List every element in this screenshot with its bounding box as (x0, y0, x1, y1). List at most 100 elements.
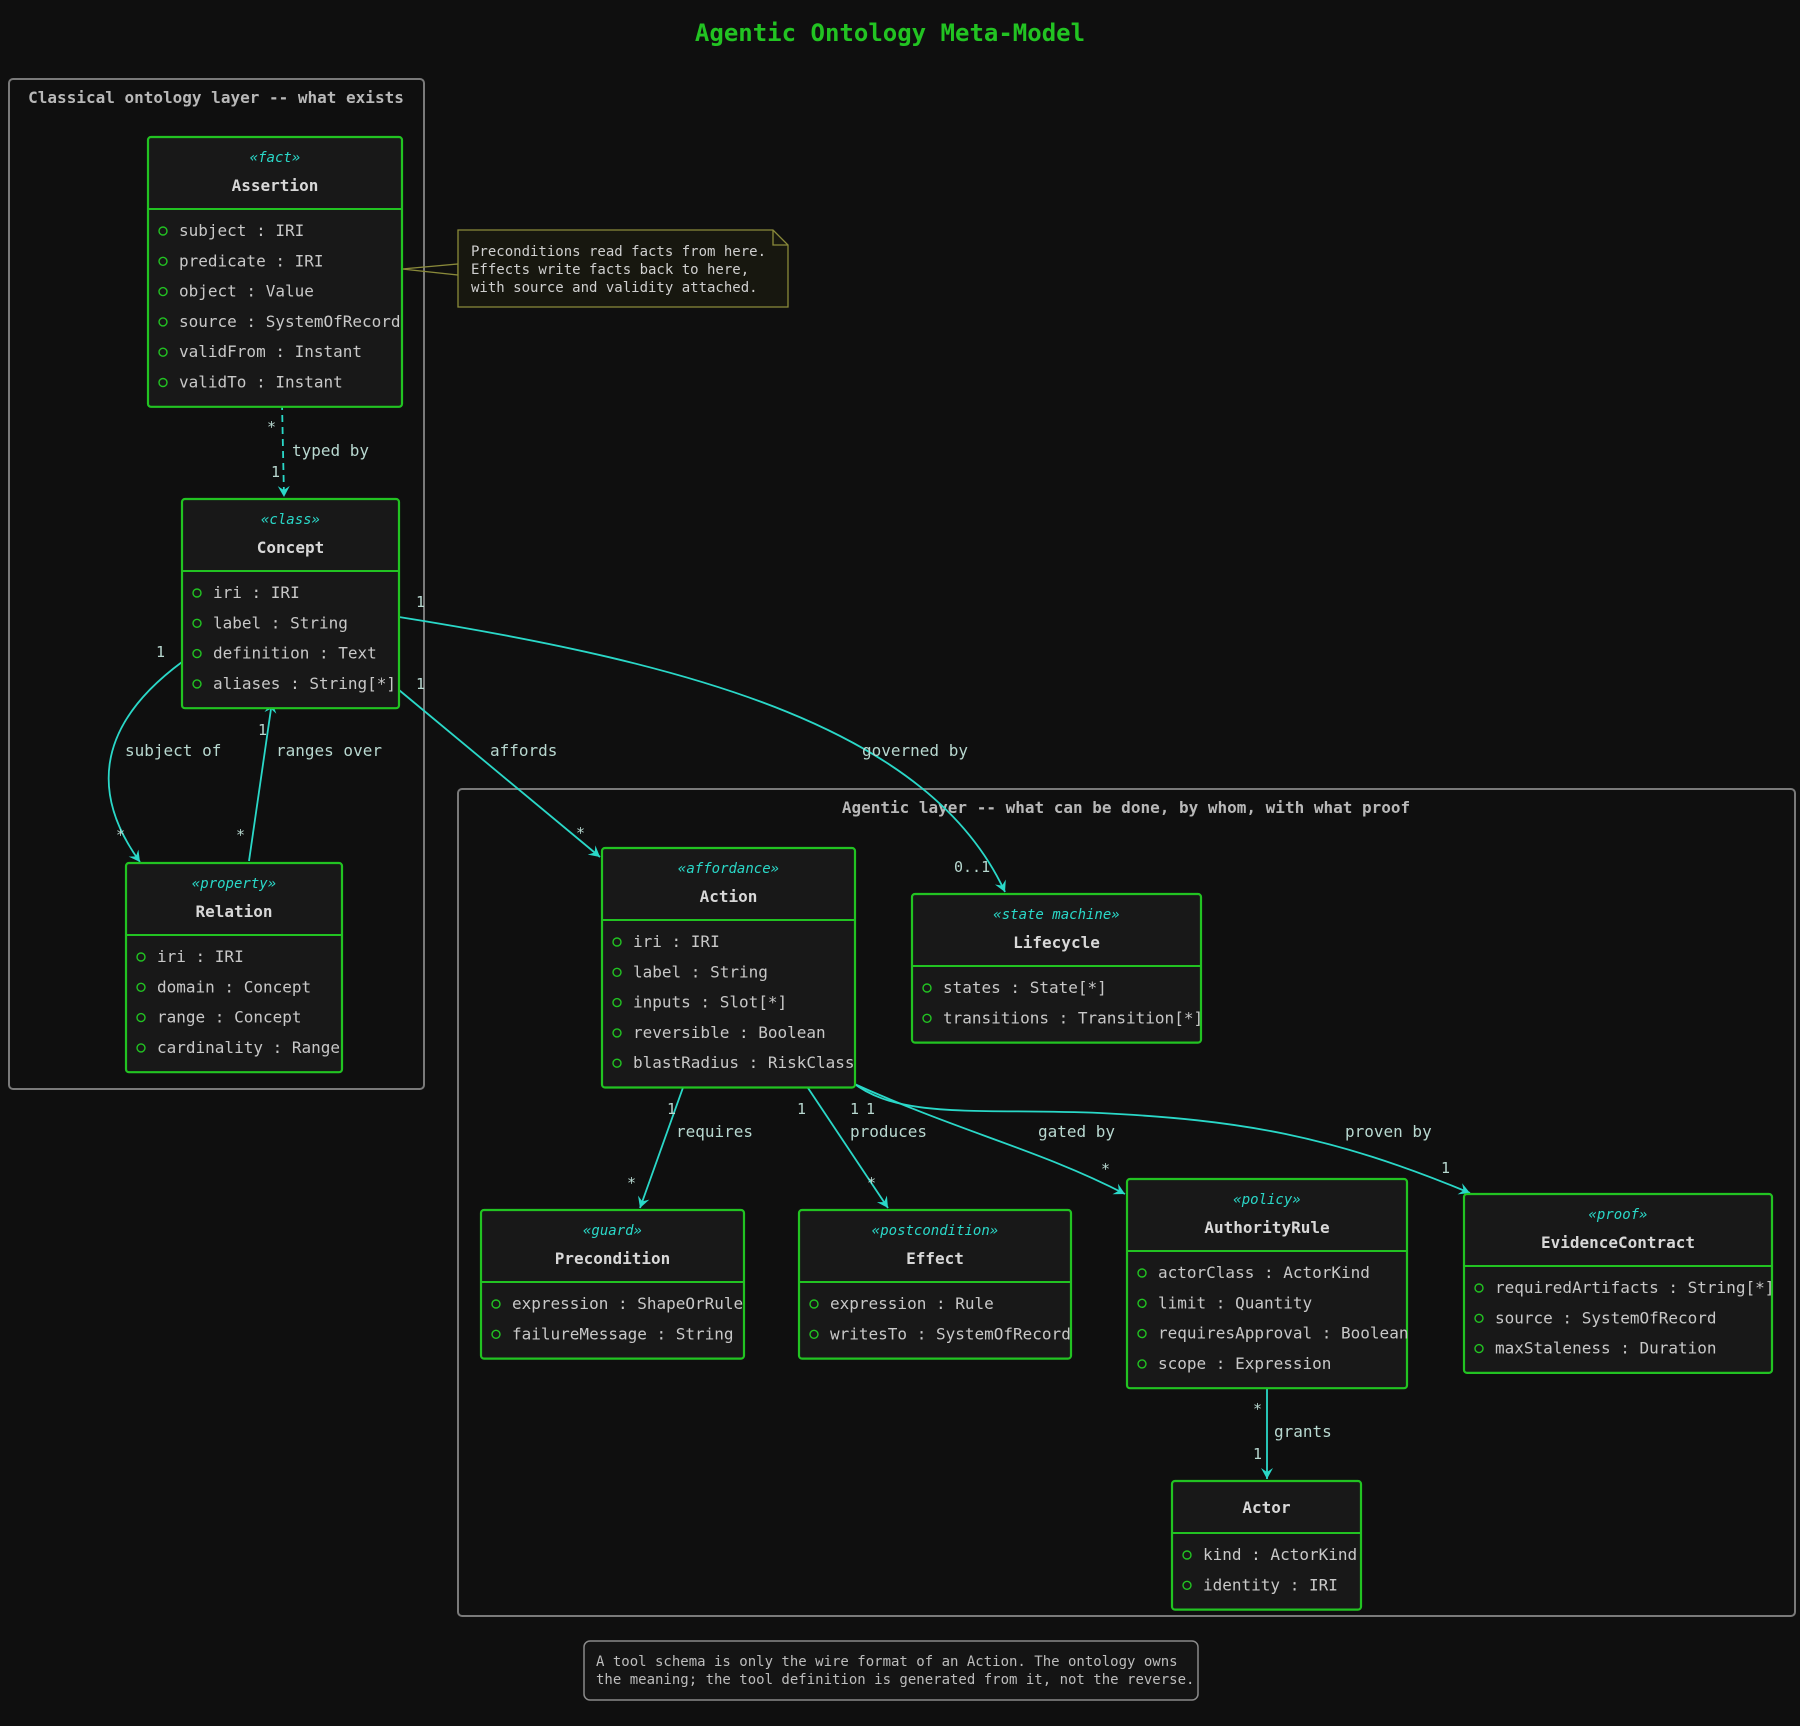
edge-mult-to: 1 (258, 721, 267, 739)
edge-mult-to: * (867, 1174, 876, 1192)
edge-grants: grants * 1 (1253, 1384, 1332, 1479)
class-stereotype: «state machine» (993, 907, 1119, 923)
edge-typed-by: typed by * 1 (267, 402, 369, 498)
edge-mult-from: * (236, 826, 245, 844)
edge-produces: produces 1 * (797, 1081, 927, 1209)
class-attribute: validTo : Instant (179, 373, 343, 392)
classes: «fact» Assertion subject : IRI predicate : … (124, 135, 1774, 1611)
class-effect: «postcondition» Effect expression : Rule wr… (797, 1208, 1073, 1360)
edge-mult-to: * (116, 826, 125, 844)
edge-proven-by: proven by 1 1 (851, 1081, 1471, 1195)
footer-line: A tool schema is only the wire format of… (596, 1654, 1178, 1670)
edge-label: produces (850, 1122, 927, 1141)
class-attribute: writesTo : SystemOfRecord (830, 1324, 1071, 1343)
edge-mult-from: 1 (156, 643, 165, 661)
class-stereotype: «policy» (1233, 1192, 1300, 1208)
note-line: Effects write facts back to here, (471, 262, 749, 278)
edge-label: proven by (1345, 1122, 1432, 1141)
edge-label: typed by (292, 441, 369, 460)
class-attribute: identity : IRI (1203, 1575, 1338, 1594)
class-attribute: predicate : IRI (179, 251, 324, 270)
edge-mult-from: 1 (416, 593, 425, 611)
class-attribute: expression : ShapeOrRule (512, 1294, 743, 1313)
edge-mult-from: 1 (797, 1100, 806, 1118)
package-agentic-label: Agentic layer -- what can be done, by wh… (842, 798, 1410, 817)
class-attribute: requiresApproval : Boolean (1158, 1324, 1408, 1343)
edge-mult-from: * (267, 418, 276, 436)
class-stereotype: «proof» (1588, 1207, 1647, 1223)
class-action: «affordance» Action iri : IRI label : Strin… (600, 846, 857, 1089)
class-attribute: transitions : Transition[*] (943, 1008, 1203, 1027)
class-attribute: iri : IRI (157, 947, 244, 966)
edge-label: ranges over (276, 741, 382, 760)
edge-mult-from: 1 (667, 1100, 676, 1118)
footer-note: A tool schema is only the wire format of… (583, 1640, 1199, 1701)
edge-mult-to: 0..1 (954, 858, 990, 876)
class-name: EvidenceContract (1541, 1233, 1695, 1252)
class-attribute: expression : Rule (830, 1294, 994, 1313)
class-attribute: definition : Text (213, 644, 377, 663)
class-assertion: «fact» Assertion subject : IRI predicate : … (146, 135, 404, 408)
class-attribute: label : String (633, 962, 768, 981)
class-lifecycle: «state machine» Lifecycle states : State[*… (910, 892, 1203, 1044)
edge-label: subject of (125, 741, 221, 760)
class-attribute: iri : IRI (213, 583, 300, 602)
class-attribute: subject : IRI (179, 221, 304, 240)
note-line: with source and validity attached. (471, 280, 758, 296)
class-concept: «class» Concept iri : IRI label : String def… (180, 497, 401, 710)
class-stereotype: «guard» (583, 1223, 642, 1239)
class-attribute: limit : Quantity (1158, 1293, 1312, 1312)
class-stereotype: «fact» (250, 150, 301, 166)
note-facts: Preconditions read facts from here. Effe… (401, 229, 789, 308)
edge-mult-to: * (627, 1174, 636, 1192)
edge-mult-from: * (1253, 1400, 1262, 1418)
class-attribute: kind : ActorKind (1203, 1545, 1357, 1564)
class-stereotype: «property» (192, 876, 276, 892)
class-name: AuthorityRule (1204, 1218, 1329, 1237)
class-stereotype: «postcondition» (872, 1223, 998, 1239)
edge-label: gated by (1038, 1122, 1115, 1141)
class-name: Concept (257, 538, 324, 557)
class-attribute: source : SystemOfRecord (1495, 1308, 1717, 1327)
edge-mult-to: * (576, 824, 585, 842)
edge-mult-to: 1 (271, 463, 280, 481)
edge-mult-from: 1 (850, 1100, 859, 1118)
edge-label: requires (676, 1122, 753, 1141)
edge-label: affords (490, 741, 557, 760)
class-attribute: states : State[*] (943, 978, 1107, 997)
class-attribute: actorClass : ActorKind (1158, 1263, 1370, 1282)
package-classical-label: Classical ontology layer -- what exists (28, 88, 404, 107)
class-attribute: object : Value (179, 282, 314, 301)
class-name: Lifecycle (1013, 933, 1100, 952)
class-attribute: requiredArtifacts : String[*] (1495, 1278, 1774, 1297)
class-attribute: label : String (213, 613, 348, 632)
class-name: Precondition (555, 1249, 671, 1268)
footer-line: the meaning; the tool definition is gene… (596, 1672, 1194, 1688)
class-attribute: domain : Concept (157, 977, 311, 996)
edge-affords: affords 1 * (398, 675, 601, 858)
class-attribute: blastRadius : RiskClass (633, 1053, 855, 1072)
class-evidence: «proof» EvidenceContract requiredArtifacts… (1462, 1192, 1774, 1374)
edge-label: grants (1274, 1422, 1332, 1441)
class-attribute: range : Concept (157, 1008, 302, 1027)
edge-label: governed by (862, 741, 968, 760)
class-name: Effect (906, 1249, 964, 1268)
class-attribute: validFrom : Instant (179, 342, 362, 361)
class-attribute: aliases : String[*] (213, 674, 396, 693)
class-precondition: «guard» Precondition expression : ShapeOrR… (479, 1208, 746, 1360)
class-stereotype: «class» (261, 512, 320, 528)
class-name: Relation (195, 902, 272, 921)
diagram-title: Agentic Ontology Meta-Model (695, 19, 1085, 47)
class-relation: «property» Relation iri : IRI domain : Conc… (124, 861, 344, 1074)
class-attribute: failureMessage : String (512, 1324, 734, 1343)
note-line: Preconditions read facts from here. (471, 244, 766, 260)
edge-mult-to: 1 (1253, 1445, 1262, 1463)
class-attribute: scope : Expression (1158, 1354, 1331, 1373)
class-attribute: iri : IRI (633, 932, 720, 951)
class-stereotype: «affordance» (678, 861, 779, 877)
edge-requires: requires 1 * (627, 1081, 753, 1209)
class-attribute: cardinality : Range (157, 1038, 340, 1057)
class-attribute: maxStaleness : Duration (1495, 1339, 1717, 1358)
class-attribute: inputs : Slot[*] (633, 993, 787, 1012)
class-name: Assertion (232, 176, 319, 195)
